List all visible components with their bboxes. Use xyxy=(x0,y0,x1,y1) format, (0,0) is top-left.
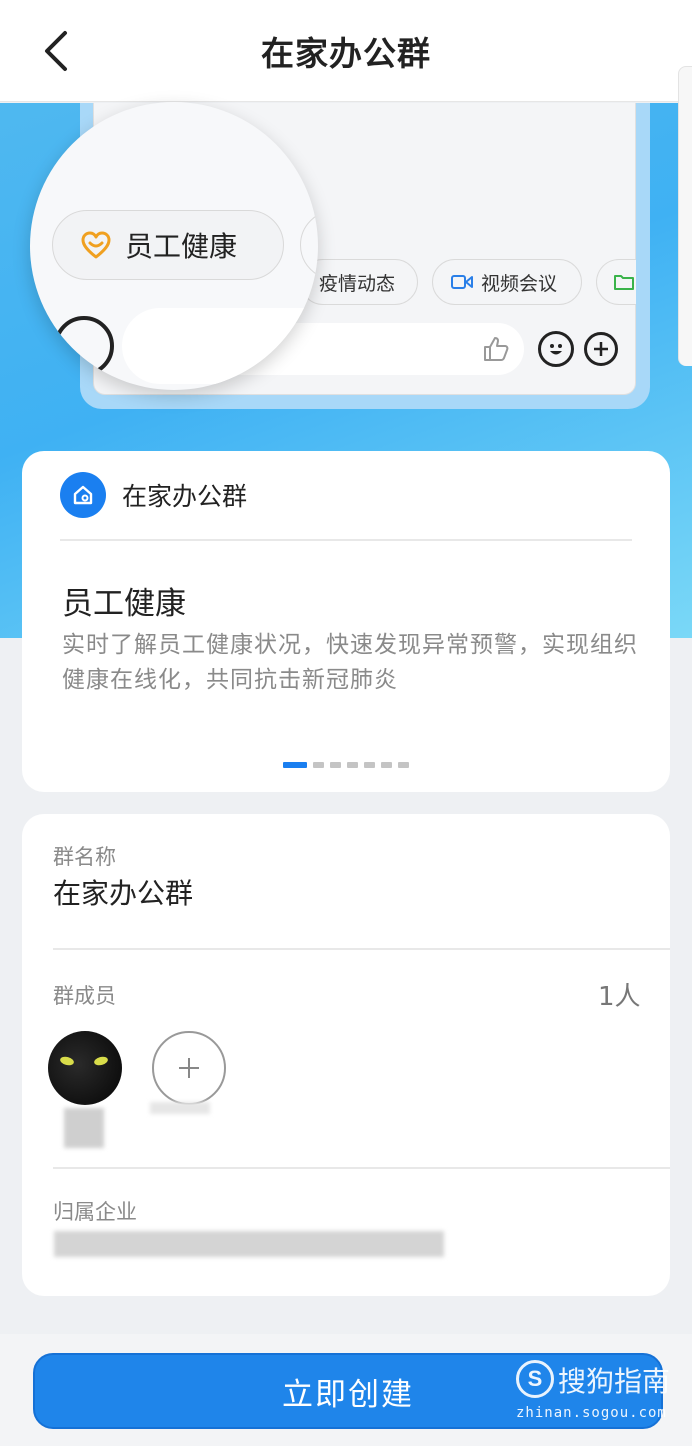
back-button[interactable] xyxy=(30,24,80,78)
video-camera-icon xyxy=(451,275,473,289)
chip-video-meeting: 视频会议 xyxy=(432,259,582,305)
sogou-watermark: S 搜狗指南 zhinan.sogou.com xyxy=(512,1356,682,1426)
plus-icon xyxy=(584,332,618,366)
member-name-redacted xyxy=(64,1108,104,1148)
side-panel-edge xyxy=(678,66,692,366)
chevron-left-icon xyxy=(45,31,67,71)
enterprise-label: 归属企业 xyxy=(53,1200,137,1224)
carousel-dot-active[interactable] xyxy=(283,762,307,768)
carousel-dot[interactable] xyxy=(364,762,375,768)
app-header: 在家办公群 xyxy=(60,472,247,518)
app-name: 在家办公群 xyxy=(122,482,248,511)
emoji-icon xyxy=(538,331,574,367)
group-app-icon xyxy=(60,472,106,518)
magnifier-circle: 员工健康 xyxy=(30,102,318,390)
watermark-url: zhinan.sogou.com xyxy=(516,1405,667,1421)
carousel-dot[interactable] xyxy=(398,762,409,768)
magnified-chip-next xyxy=(300,210,318,280)
group-name-label: 群名称 xyxy=(53,845,116,869)
header: 在家办公群 xyxy=(0,0,692,102)
divider xyxy=(53,1167,670,1169)
magnified-chip-label: 员工健康 xyxy=(125,230,238,263)
thumbs-up-icon xyxy=(484,337,509,361)
chip-label: 视频会议 xyxy=(481,272,558,295)
folder-icon xyxy=(614,275,634,290)
page-title: 在家办公群 xyxy=(261,33,431,73)
enterprise-name-redacted xyxy=(54,1231,444,1257)
carousel-dot[interactable] xyxy=(347,762,358,768)
chip-files xyxy=(596,259,636,305)
member-count: 1人 xyxy=(598,982,641,1012)
carousel-dot[interactable] xyxy=(330,762,341,768)
magnified-input xyxy=(122,308,318,384)
watermark-brand: 搜狗指南 xyxy=(558,1365,671,1398)
feature-description: 实时了解员工健康状况，快速发现异常预警，实现组织健康在线化，共同抗击新冠肺炎 xyxy=(62,632,638,693)
divider xyxy=(60,539,632,541)
magnified-chip-employee-health: 员工健康 xyxy=(52,210,284,280)
carousel-indicator[interactable] xyxy=(283,762,409,768)
carousel-dot[interactable] xyxy=(381,762,392,768)
sogou-logo-icon: S xyxy=(516,1360,554,1398)
redacted xyxy=(150,1102,210,1114)
heart-smile-icon xyxy=(81,231,111,259)
feature-title: 员工健康 xyxy=(62,586,186,622)
divider xyxy=(53,948,670,950)
voice-icon xyxy=(54,316,114,376)
plus-icon xyxy=(179,1058,199,1078)
group-name-value[interactable]: 在家办公群 xyxy=(53,872,193,912)
member-avatar[interactable] xyxy=(48,1031,122,1105)
chip-label: 疫情动态 xyxy=(319,272,396,295)
carousel-dot[interactable] xyxy=(313,762,324,768)
add-member-button[interactable] xyxy=(152,1031,226,1105)
group-members-label: 群成员 xyxy=(53,984,116,1008)
